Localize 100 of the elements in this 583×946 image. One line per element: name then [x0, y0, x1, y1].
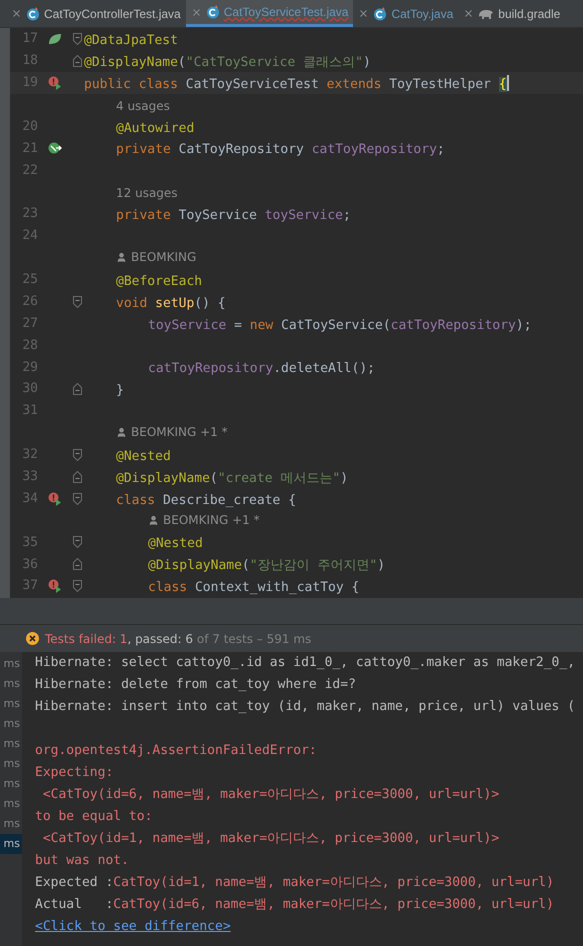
- code-line: @DataJpaTest: [84, 32, 178, 48]
- code-line: public class CatToyServiceTest extends ToyTestHelper {: [84, 76, 507, 92]
- console-line: Hibernate: insert into cat_toy (id, maker, name, price, url) values (: [35, 698, 576, 716]
- editor-tab[interactable]: build.gradle: [458, 0, 566, 27]
- bean-link-icon[interactable]: [48, 142, 62, 154]
- error-run-icon[interactable]: [48, 492, 62, 506]
- author-hint[interactable]: BEOMKING +1 *: [163, 511, 260, 530]
- compare-line: Expected :CatToy(id=1, name=뱀, maker=아디다스, price=3000, url=url): [35, 874, 554, 892]
- elephant-icon: [478, 8, 494, 20]
- class-icon: [373, 6, 388, 20]
- author-hint[interactable]: BEOMKING: [131, 248, 196, 266]
- close-icon[interactable]: [11, 8, 22, 19]
- close-icon[interactable]: [463, 8, 474, 19]
- duration-item[interactable]: ms: [0, 654, 22, 674]
- failed-icon: [26, 632, 39, 645]
- duration-item[interactable]: ms: [0, 834, 22, 854]
- code-line: @Nested: [148, 536, 203, 552]
- line-number: 24: [22, 228, 38, 244]
- code-line: @Autowired: [116, 120, 194, 136]
- duration-item[interactable]: ms: [0, 674, 22, 694]
- line-number: 20: [22, 118, 38, 134]
- fold-marker-icon[interactable]: [72, 296, 82, 308]
- fold-marker-icon[interactable]: [72, 383, 82, 396]
- line-number: 21: [22, 140, 38, 156]
- line-number: 32: [22, 447, 38, 462]
- fold-marker-icon[interactable]: [72, 492, 82, 505]
- error-line: to be equal to:: [35, 808, 152, 826]
- code-line: class Context_with_catToy {: [148, 580, 360, 596]
- leaf-icon: [48, 32, 62, 45]
- duration-item[interactable]: ms: [0, 814, 22, 834]
- author-hint[interactable]: BEOMKING +1 *: [131, 423, 228, 442]
- code-line: private ToyService toyService;: [116, 208, 351, 224]
- code-line: @DisplayName("create 메서드는"): [116, 470, 348, 486]
- error-line: but was not.: [35, 852, 129, 870]
- code-line: }: [116, 383, 124, 398]
- console-line: Hibernate: select cattoy0_.id as id1_0_, cattoy0_.maker as maker2_0_,: [35, 654, 576, 672]
- line-number: 34: [22, 490, 38, 506]
- code-line: class Describe_create {: [116, 492, 296, 508]
- person-icon: [116, 426, 127, 438]
- tab-label: build.gradle: [498, 6, 560, 22]
- test-summary: Tests failed: 1, passed: 6 of 7 tests – 591 ms: [45, 630, 312, 648]
- fold-marker-icon[interactable]: [72, 32, 82, 45]
- duration-item[interactable]: ms: [0, 714, 22, 734]
- fold-marker-icon[interactable]: [72, 536, 82, 548]
- code-line: private CatToyRepository catToyRepository;: [116, 142, 445, 158]
- error-line: Expecting:: [35, 764, 114, 782]
- line-number: 31: [22, 403, 38, 418]
- fold-marker-icon[interactable]: [72, 558, 82, 570]
- tab-label: CatToyControllerTest.java: [44, 6, 181, 22]
- code-line: @DisplayName("장난감이 주어지면"): [148, 558, 386, 574]
- line-number: 37: [22, 578, 38, 594]
- error-run-icon[interactable]: [48, 579, 62, 594]
- line-number: 27: [22, 316, 38, 331]
- class-icon: [206, 5, 220, 19]
- code-line: catToyRepository.deleteAll();: [148, 361, 375, 376]
- class-icon: [26, 6, 40, 20]
- editor-tab[interactable]: CatToyServiceTest.java: [186, 0, 354, 27]
- line-number: 35: [22, 534, 38, 550]
- fold-marker-icon[interactable]: [72, 470, 82, 483]
- error-run-icon[interactable]: [48, 76, 62, 90]
- fold-marker-icon[interactable]: [72, 580, 82, 592]
- line-number: 30: [22, 381, 38, 396]
- error-line: org.opentest4j.AssertionFailedError:: [35, 742, 317, 760]
- duration-item[interactable]: ms: [0, 774, 22, 794]
- code-line: @BeforeEach: [116, 274, 202, 289]
- usages-hint[interactable]: 4 usages: [116, 98, 170, 113]
- duration-item[interactable]: ms: [0, 794, 22, 814]
- close-icon[interactable]: [190, 6, 202, 18]
- duration-item[interactable]: ms: [0, 734, 22, 754]
- person-icon: [148, 514, 159, 526]
- line-number: 28: [22, 338, 38, 353]
- code-line: toyService = new CatToyService(catToyRepository);: [148, 318, 532, 333]
- line-number: 33: [22, 469, 38, 484]
- fold-marker-icon[interactable]: [72, 448, 82, 461]
- line-number: 23: [22, 206, 38, 222]
- tab-label: CatToy.java: [391, 6, 454, 22]
- line-number: 17: [22, 31, 38, 46]
- line-number: 22: [22, 162, 38, 178]
- line-number: 25: [22, 272, 38, 287]
- tab-label: CatToyServiceTest.java: [224, 4, 348, 21]
- error-line: <CatToy(id=1, name=뱀, maker=아디다스, price=3000, url=url)>: [42, 830, 500, 848]
- error-line: <CatToy(id=6, name=뱀, maker=아디다스, price=3000, url=url)>: [42, 786, 500, 804]
- person-icon: [116, 252, 127, 263]
- line-number: 18: [22, 53, 38, 68]
- diff-link[interactable]: <Click to see difference>: [35, 917, 231, 937]
- line-number: 29: [22, 360, 38, 375]
- code-line: @Nested: [116, 448, 171, 464]
- usages-hint[interactable]: 12 usages: [116, 186, 178, 200]
- close-icon[interactable]: [358, 8, 370, 19]
- line-number: 26: [22, 294, 38, 309]
- editor-tab[interactable]: CatToyControllerTest.java: [6, 0, 186, 27]
- code-line: @DisplayName("CatToyService 클래스의"): [84, 54, 371, 70]
- console-line: Hibernate: delete from cat_toy where id=?: [35, 676, 356, 694]
- fold-marker-icon[interactable]: [72, 54, 82, 67]
- code-line: void setUp() {: [116, 296, 226, 311]
- compare-line: Actual :CatToy(id=6, name=뱀, maker=아디다스, price=3000, url=url): [35, 896, 554, 914]
- line-number: 36: [22, 556, 38, 572]
- duration-item[interactable]: ms: [0, 694, 22, 714]
- editor-tab[interactable]: CatToy.java: [353, 0, 458, 27]
- duration-item[interactable]: ms: [0, 754, 22, 774]
